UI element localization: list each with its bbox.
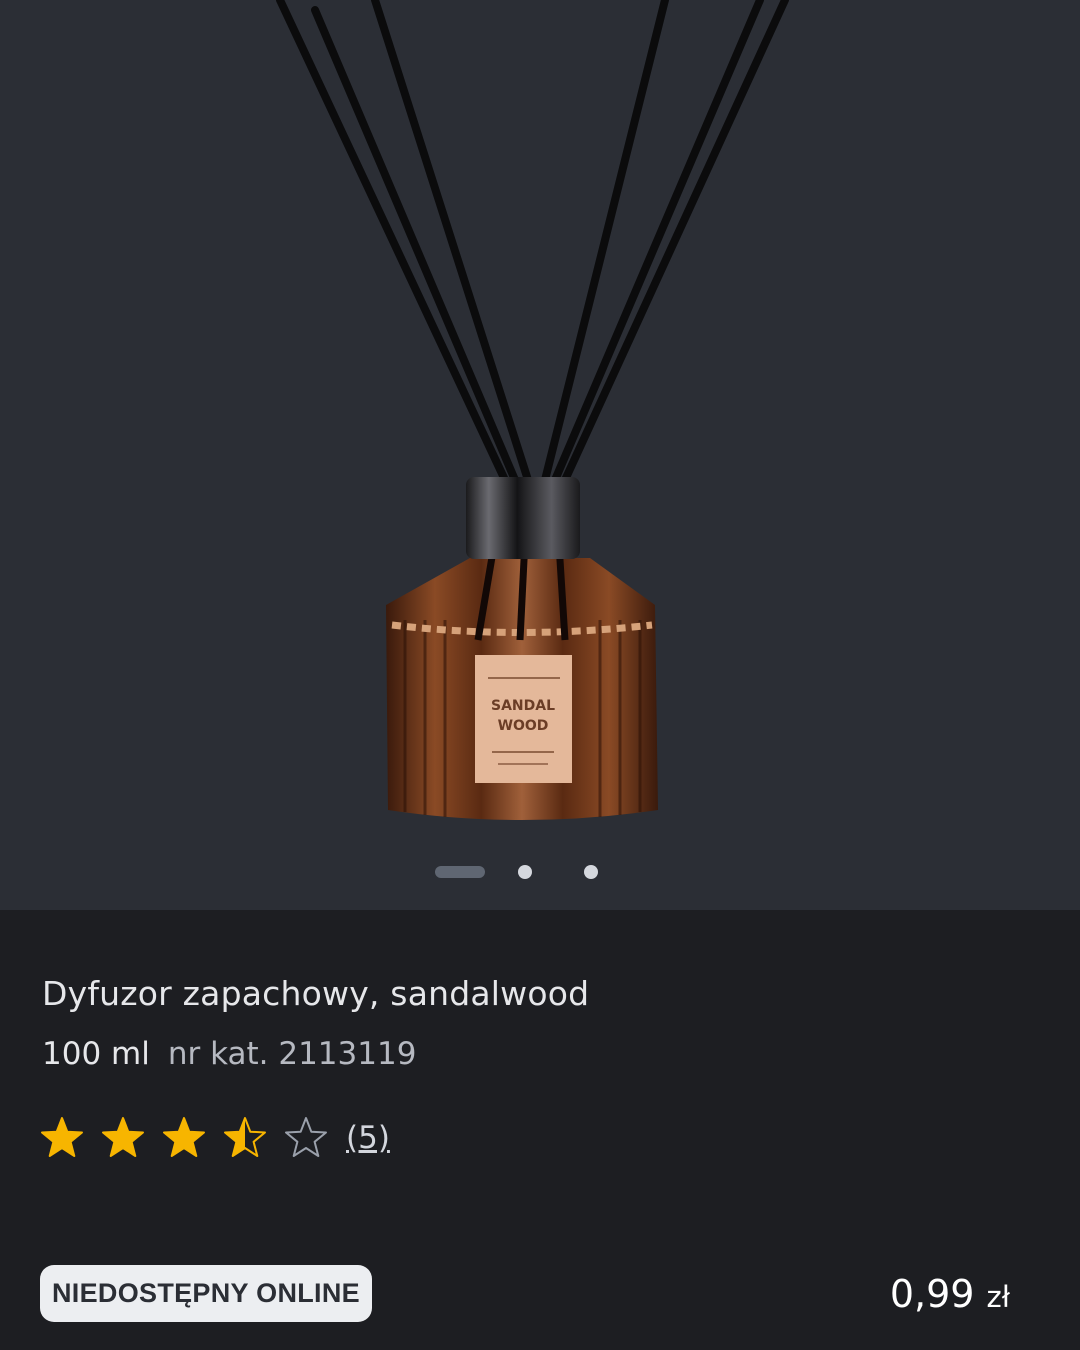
product-details: Dyfuzor zapachowy, sandalwood 100 ml nr k… [0, 910, 1080, 1350]
label-text-line2: WOOD [498, 718, 549, 734]
carousel-indicator [0, 864, 1080, 880]
carousel-dot[interactable] [584, 865, 598, 879]
label-text-line1: SANDAL [491, 698, 555, 714]
product-image: SANDAL WOOD [276, 0, 789, 820]
review-count-link[interactable]: (5) [346, 1120, 390, 1156]
carousel-dot-active[interactable] [435, 866, 485, 878]
star-fill [164, 1118, 204, 1156]
catalog-number: nr kat. 2113119 [167, 1036, 417, 1072]
product-size: 100 ml [42, 1036, 150, 1072]
product-price: 0,99 zł [890, 1272, 1010, 1316]
availability-badge: NIEDOSTĘPNY ONLINE [40, 1265, 372, 1322]
rating-stars [41, 1117, 327, 1157]
price-amount: 0,99 [889, 1272, 975, 1316]
price-currency: zł [986, 1280, 1010, 1314]
product-meta: 100 ml nr kat. 2113119 [42, 1036, 416, 1072]
carousel-dot[interactable] [518, 865, 532, 879]
star-fill [103, 1118, 143, 1156]
product-image-gallery[interactable]: SANDAL WOOD [0, 0, 1080, 910]
star-empty-icon [285, 1117, 327, 1157]
product-title: Dyfuzor zapachowy, sandalwood [42, 974, 590, 1013]
star-fill [42, 1118, 82, 1156]
